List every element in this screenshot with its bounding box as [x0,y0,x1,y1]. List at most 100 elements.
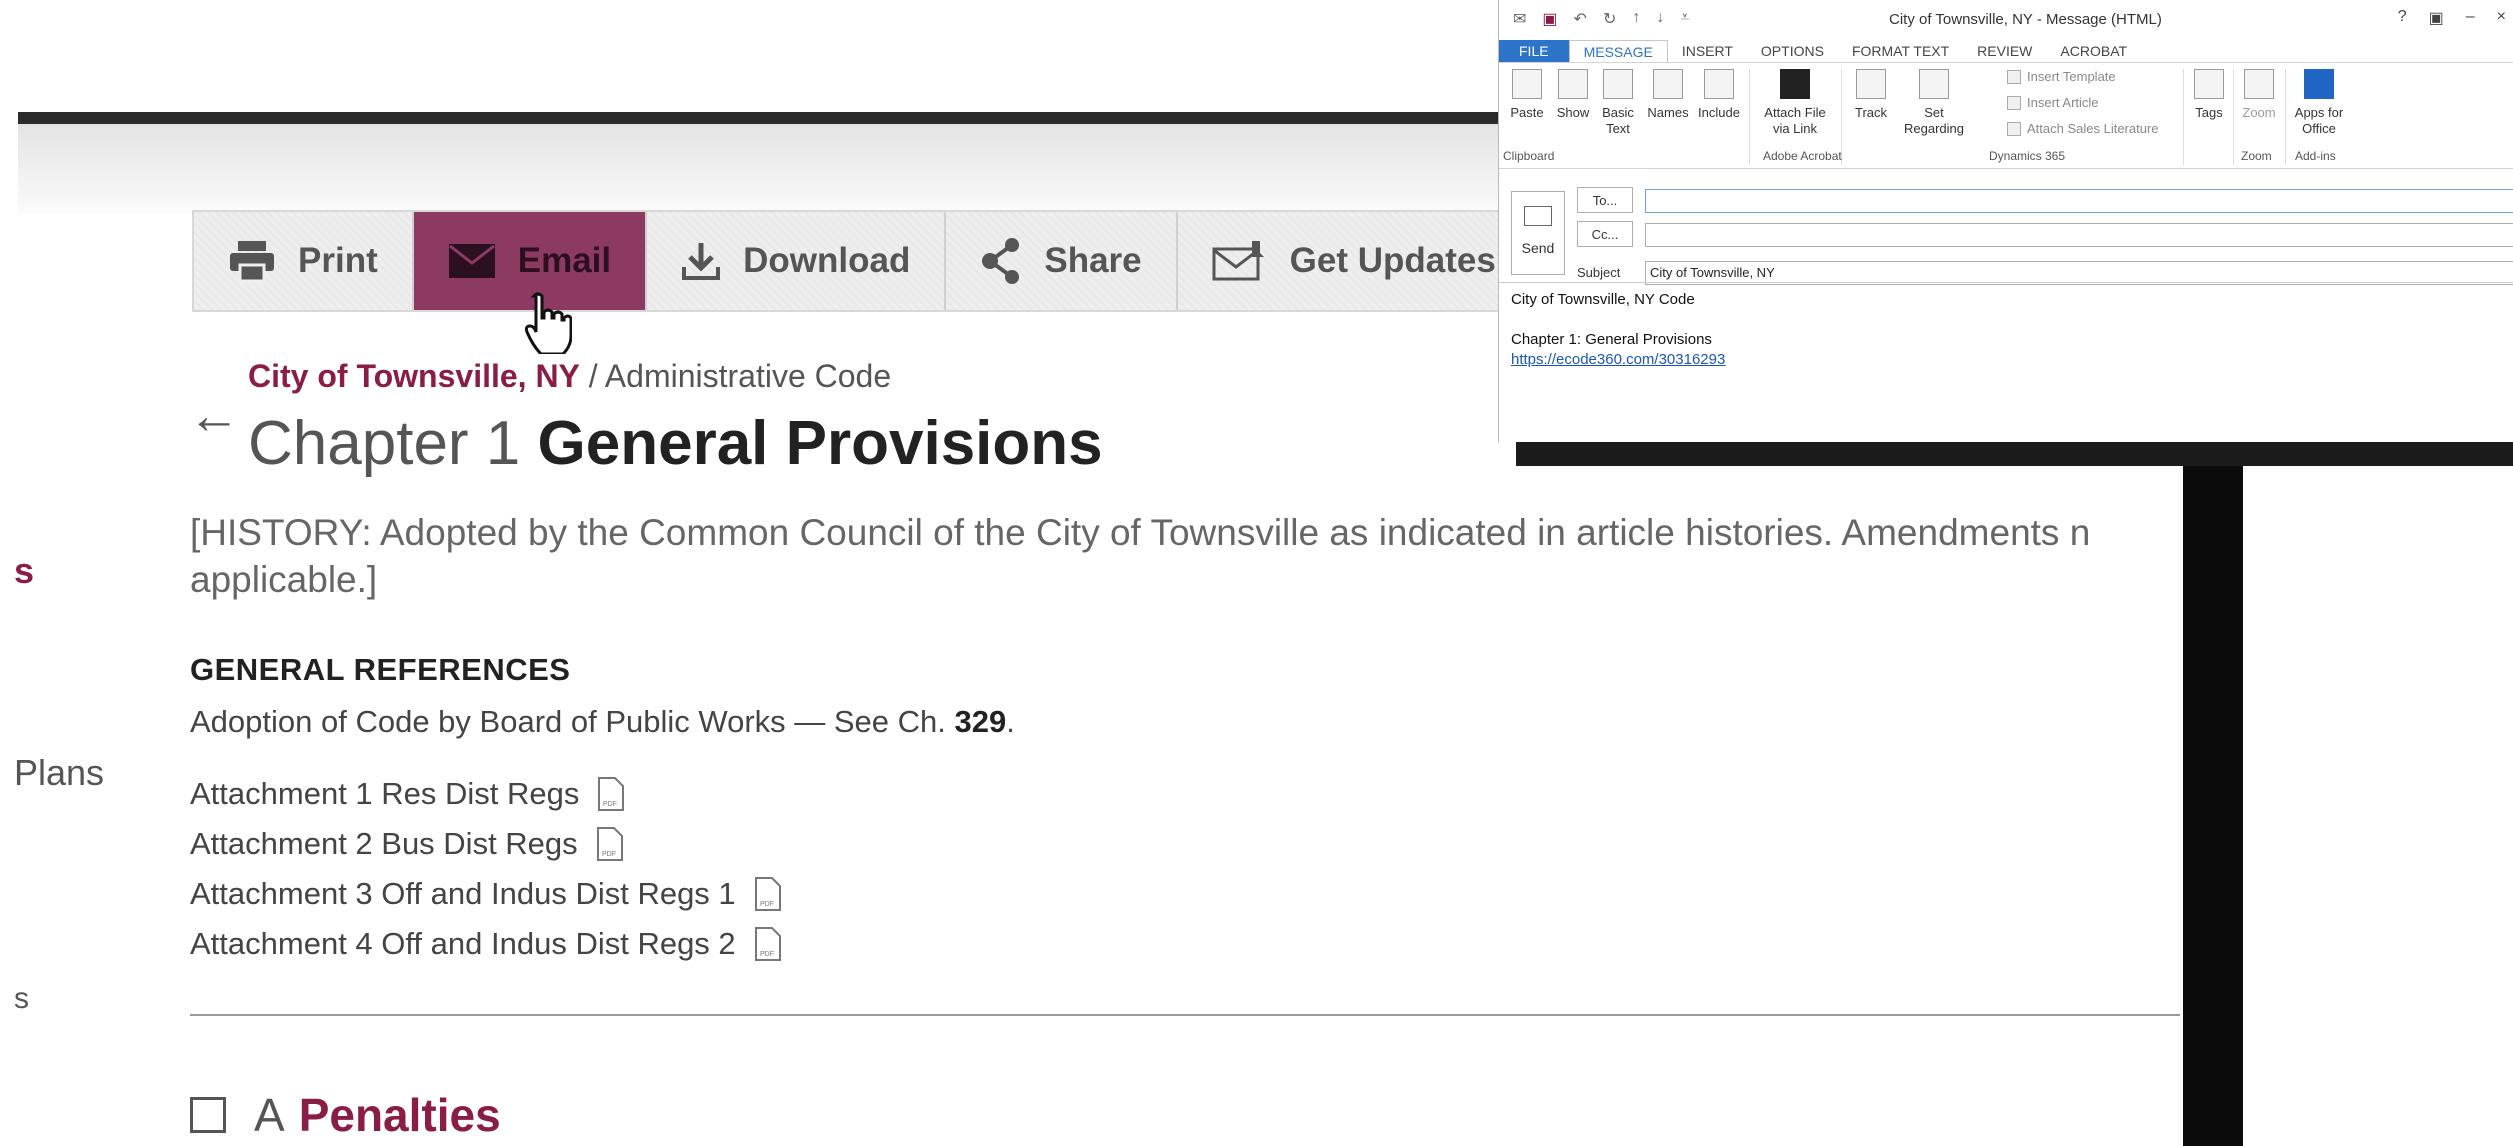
clipboard-icon [1512,69,1542,99]
section-checkbox[interactable] [190,1097,226,1133]
cc-button[interactable]: Cc... [1577,221,1633,247]
attachment-label[interactable]: Attachment 3 Off and Indus Dist Regs 1 [190,876,736,912]
pdf-icon[interactable]: PDF [754,876,782,912]
close-button[interactable]: × [2497,8,2506,28]
attach-sales-label: Attach Sales Literature [2027,121,2159,136]
general-references-heading: GENERAL REFERENCES [190,652,571,687]
printer-icon [228,239,276,283]
attachment-item[interactable]: Attachment 4 Off and Indus Dist Regs 2 P… [190,926,782,962]
to-field[interactable] [1645,189,2513,213]
body-link[interactable]: https://ecode360.com/30316293 [1511,350,1725,370]
attach-sales-literature-button[interactable]: Attach Sales Literature [2007,121,2159,136]
flag-icon [2194,69,2224,99]
breadcrumb-link[interactable]: City of Townsville, NY [248,358,580,394]
mail-icon[interactable]: ✉ [1513,9,1526,29]
tab-acrobat[interactable]: ACROBAT [2046,40,2141,62]
minimize-button[interactable]: – [2466,8,2475,28]
insert-article-button[interactable]: Insert Article [2007,95,2099,110]
download-icon [681,241,721,281]
get-updates-button[interactable]: Get Updates [1177,212,1530,310]
pdf-icon[interactable]: PDF [754,926,782,962]
attachment-label[interactable]: Attachment 1 Res Dist Regs [190,776,579,812]
page-right-area [2243,440,2513,1146]
tab-insert[interactable]: INSERT [1668,40,1747,62]
attachment-item[interactable]: Attachment 2 Bus Dist Regs PDF [190,826,624,862]
tab-options[interactable]: OPTIONS [1747,40,1838,62]
tab-message[interactable]: MESSAGE [1568,39,1668,63]
print-button[interactable]: Print [194,212,414,310]
body-line: Chapter 1: General Provisions [1511,331,1712,348]
save-icon[interactable]: ▣ [1542,9,1557,29]
email-compose-window: ✉ ▣ ↶ ↻ ↑ ↓ ⩡ City of Townsville, NY - M… [1498,0,2513,442]
include-label: Include [1698,105,1740,120]
document-toolbar: Print Email Download Share Get Updates [192,210,1532,312]
acrobat-icon [1780,69,1810,99]
show-icon [1558,69,1588,99]
tab-file[interactable]: FILE [1499,40,1569,62]
track-label: Track [1854,105,1888,120]
general-reference-item: Adoption of Code by Board of Public Work… [190,704,1015,739]
down-arrow-icon[interactable]: ↓ [1656,9,1664,29]
print-label: Print [298,241,378,280]
basic-text-button[interactable]: Basic Text [1595,69,1641,137]
font-icon [1603,69,1633,99]
left-nav-fragment[interactable]: Plans [14,752,104,794]
header-dark-bar [18,112,1518,124]
send-envelope-icon [1524,206,1552,226]
paste-button[interactable]: Paste [1507,69,1547,121]
attachment-item[interactable]: Attachment 1 Res Dist Regs PDF [190,776,625,812]
group-label-addins: Add-ins [2295,149,2336,163]
tags-button[interactable]: Tags [2189,69,2229,121]
group-label-dynamics: Dynamics 365 [1989,149,2066,163]
tab-format-text[interactable]: FORMAT TEXT [1838,40,1963,62]
download-button[interactable]: Download [647,212,947,310]
basic-text-label: Basic [1602,105,1634,120]
reference-chapter-link[interactable]: 329 [955,704,1007,739]
insert-article-label: Insert Article [2027,95,2099,110]
section-heading: A Penalties [190,1088,501,1142]
message-body[interactable]: City of Townsville, NY Code Chapter 1: G… [1511,290,1725,370]
attachment-label[interactable]: Attachment 2 Bus Dist Regs [190,826,578,862]
send-button[interactable]: Send [1511,191,1565,275]
pdf-icon[interactable]: PDF [596,826,624,862]
left-nav-fragment[interactable]: s [14,550,34,592]
attachment-label[interactable]: Attachment 4 Off and Indus Dist Regs 2 [190,926,736,962]
help-button[interactable]: ? [2398,8,2407,28]
chapter-number: Chapter 1 [248,409,521,478]
ribbon-options-button[interactable]: ▣ [2429,8,2444,28]
address-book-icon [1653,69,1683,99]
insert-template-button[interactable]: Insert Template [2007,69,2116,84]
apps-label: Office [2302,121,2336,136]
track-button[interactable]: Track [1849,69,1893,121]
attach-file-via-link-button[interactable]: Attach File via Link [1755,69,1835,137]
apps-label: Apps for [2294,105,2344,120]
apps-icon [2304,69,2334,99]
ribbon-separator [2233,69,2234,165]
pdf-icon[interactable]: PDF [597,776,625,812]
set-regarding-icon [1919,69,1949,99]
zoom-button[interactable]: Zoom [2237,69,2281,121]
names-button[interactable]: Names [1645,69,1691,121]
customize-icon[interactable]: ⩡ [1680,9,1689,29]
redo-icon[interactable]: ↻ [1603,9,1616,29]
window-controls: ? ▣ – × [2398,8,2506,28]
undo-icon[interactable]: ↶ [1574,9,1587,29]
set-regarding-button[interactable]: Set Regarding [1899,69,1969,137]
page-title: Chapter 1 General Provisions [248,408,1103,479]
to-button[interactable]: To... [1577,187,1633,213]
attachment-item[interactable]: Attachment 3 Off and Indus Dist Regs 1 P… [190,876,782,912]
include-button[interactable]: Include [1695,69,1743,121]
left-nav-fragment[interactable]: s [14,982,29,1016]
back-arrow-icon[interactable]: ← [188,386,240,446]
show-button[interactable]: Show [1553,69,1593,121]
cc-field[interactable] [1645,223,2513,247]
ribbon-separator [2183,69,2184,165]
tab-review[interactable]: REVIEW [1963,40,2046,62]
section-title-link[interactable]: Penalties [299,1088,501,1142]
up-arrow-icon[interactable]: ↑ [1632,9,1640,29]
show-label: Show [1556,105,1590,120]
share-button[interactable]: Share [946,212,1178,310]
apps-for-office-button[interactable]: Apps for Office [2289,69,2349,137]
track-icon [1856,69,1886,99]
breadcrumb-current[interactable]: Administrative Code [605,358,891,394]
